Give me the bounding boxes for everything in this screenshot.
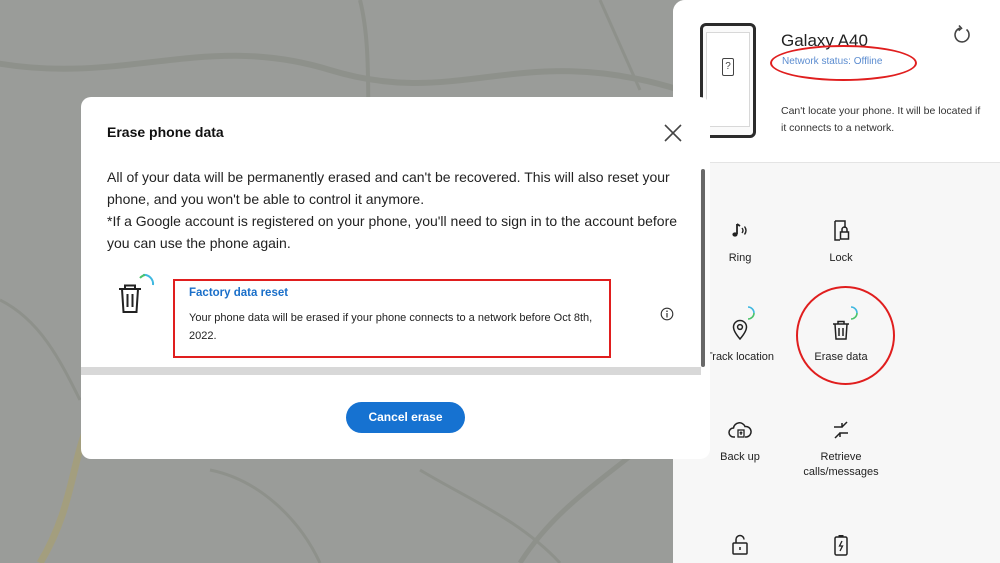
modal-divider bbox=[81, 367, 701, 375]
erase-data-icon bbox=[833, 320, 849, 340]
device-name: Galaxy A40 bbox=[781, 31, 868, 50]
device-panel: ? Galaxy A40 Network status: Offline Can… bbox=[673, 0, 1000, 563]
action-erase-data[interactable]: Erase data bbox=[791, 318, 891, 365]
modal-description: All of your data will be permanently era… bbox=[107, 166, 687, 254]
action-label: Lock bbox=[829, 252, 853, 264]
modal-scrollbar[interactable] bbox=[701, 169, 705, 367]
action-battery[interactable] bbox=[791, 533, 891, 557]
action-label: Erase data bbox=[814, 351, 868, 363]
factory-reset-description: Your phone data will be erased if your p… bbox=[189, 312, 593, 342]
erase-warning: All of your data will be permanently era… bbox=[107, 169, 670, 207]
loading-spinner-icon bbox=[747, 306, 755, 320]
factory-reset-title: Factory data reset bbox=[189, 287, 289, 299]
action-retrieve[interactable]: Retrieve calls/messages bbox=[791, 418, 891, 480]
ring-icon bbox=[732, 223, 747, 237]
locate-note: Can't locate your phone. It will be loca… bbox=[781, 105, 981, 134]
network-status: Network status: Offline bbox=[782, 56, 883, 67]
refresh-icon[interactable] bbox=[951, 24, 973, 46]
device-header: ? Galaxy A40 Network status: Offline Can… bbox=[673, 0, 1000, 163]
trash-icon bbox=[113, 272, 157, 316]
loading-spinner-icon bbox=[850, 306, 858, 320]
google-account-note: *If a Google account is registered on yo… bbox=[107, 213, 678, 251]
modal-title: Erase phone data bbox=[107, 124, 224, 140]
erase-data-modal: Erase phone data All of your data will b… bbox=[81, 97, 710, 459]
cancel-erase-button[interactable]: Cancel erase bbox=[346, 402, 465, 433]
track-location-icon bbox=[732, 319, 748, 341]
lock-icon bbox=[834, 220, 850, 241]
action-lock[interactable]: Lock bbox=[791, 219, 891, 266]
info-icon[interactable] bbox=[660, 307, 674, 321]
action-label: Retrieve calls/messages bbox=[803, 451, 879, 478]
close-icon[interactable] bbox=[661, 121, 685, 145]
battery-icon bbox=[834, 535, 848, 556]
action-unlock[interactable] bbox=[690, 533, 790, 557]
unlock-icon bbox=[732, 534, 748, 555]
retrieve-icon bbox=[834, 421, 848, 439]
backup-icon bbox=[728, 422, 752, 438]
